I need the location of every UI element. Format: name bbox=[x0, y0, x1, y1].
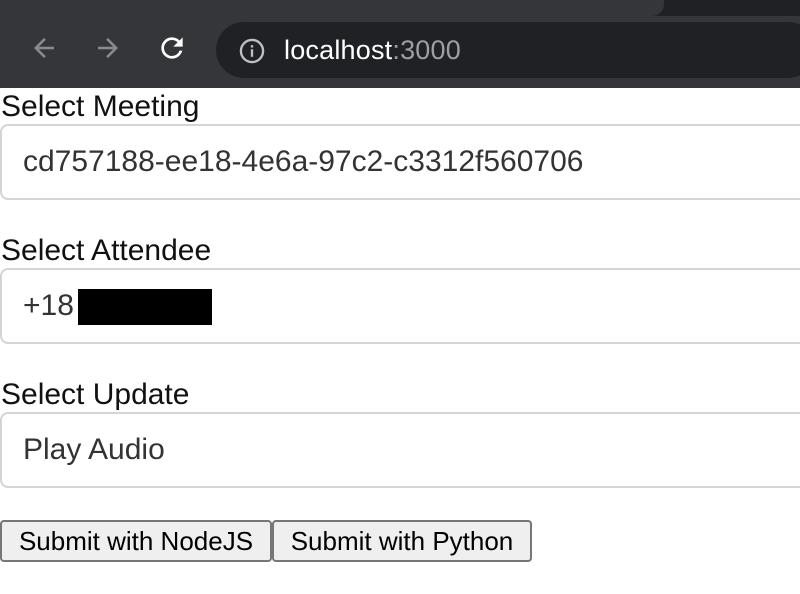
submit-nodejs-button[interactable]: Submit with NodeJS bbox=[0, 520, 272, 562]
info-icon[interactable] bbox=[238, 37, 266, 65]
meeting-label: Select Meeting bbox=[1, 90, 200, 123]
url-host: localhost bbox=[284, 35, 393, 65]
meeting-select[interactable]: cd757188-ee18-4e6a-97c2-c3312f560706 bbox=[0, 124, 800, 200]
url-port: :3000 bbox=[392, 35, 461, 65]
active-tab[interactable] bbox=[0, 0, 664, 16]
update-label: Select Update bbox=[1, 378, 190, 411]
submit-python-button[interactable]: Submit with Python bbox=[272, 520, 532, 562]
reload-button[interactable] bbox=[154, 30, 190, 66]
url-text[interactable]: localhost:3000 bbox=[284, 33, 461, 67]
back-button[interactable] bbox=[26, 30, 62, 66]
update-select[interactable]: Play Audio bbox=[0, 412, 800, 488]
back-arrow-icon bbox=[34, 38, 54, 58]
forward-button[interactable] bbox=[90, 30, 126, 66]
browser-toolbar: localhost:3000 bbox=[0, 0, 800, 88]
redaction-box bbox=[78, 289, 212, 325]
tab-strip-empty bbox=[664, 0, 800, 16]
reload-icon bbox=[161, 37, 183, 59]
forward-arrow-icon bbox=[98, 38, 118, 58]
attendee-label: Select Attendee bbox=[1, 234, 212, 267]
tab-strip bbox=[0, 0, 800, 16]
